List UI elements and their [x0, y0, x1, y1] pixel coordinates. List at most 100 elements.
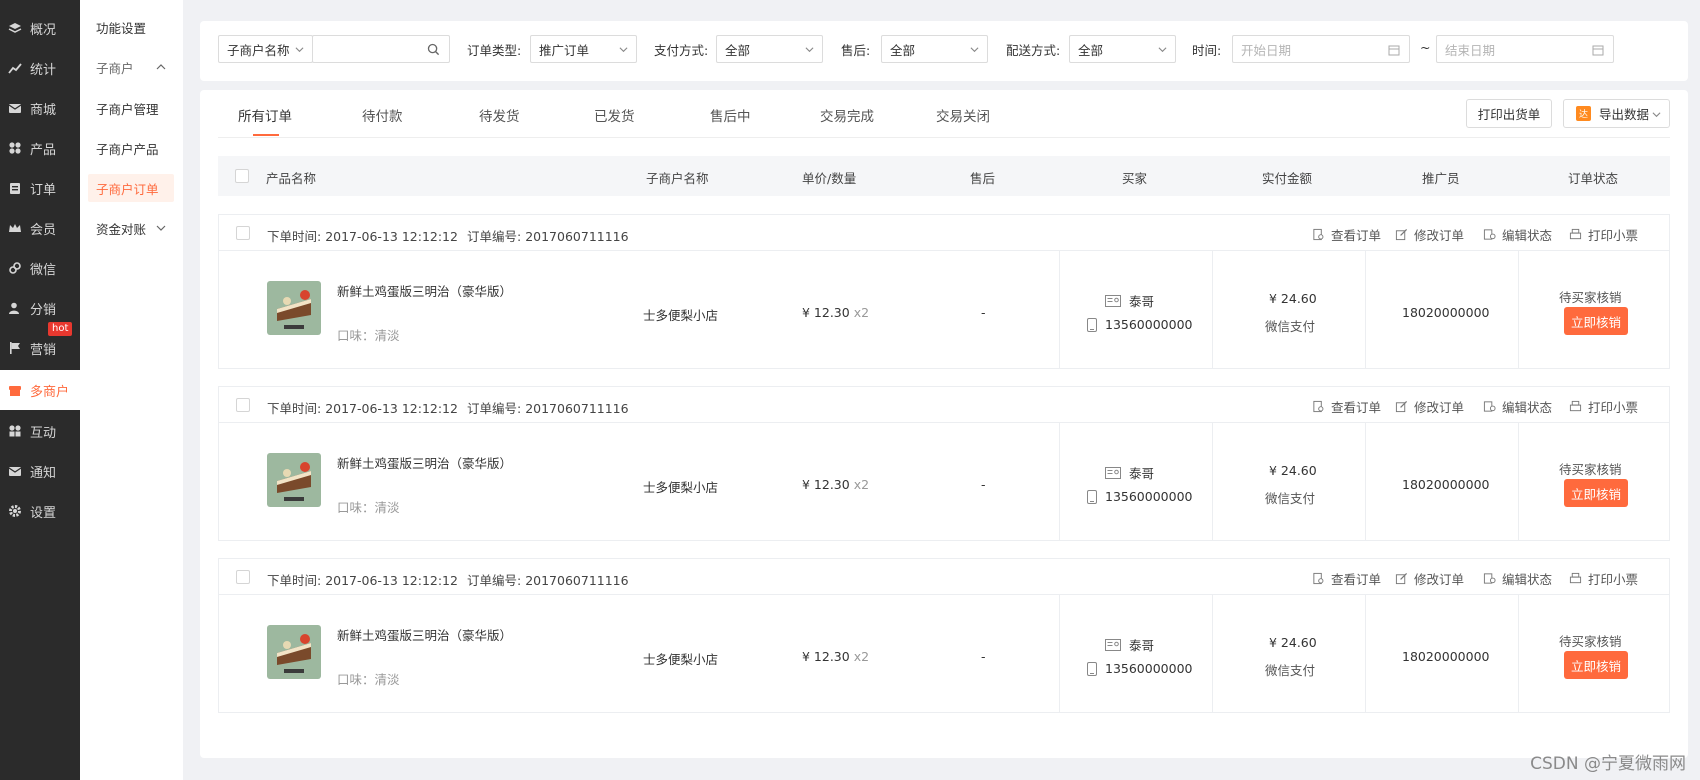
verify-now-button[interactable]: 立即核销 — [1564, 307, 1628, 335]
payment-label: 支付方式: — [654, 43, 709, 58]
chevron-down-icon — [1652, 112, 1661, 118]
nav-item-stats[interactable]: 统计 — [0, 48, 80, 88]
envelope-icon — [8, 464, 22, 478]
column-divider — [1059, 595, 1060, 712]
nav-item-mall[interactable]: 商城 — [0, 88, 80, 128]
nav-label: 产品 — [30, 142, 57, 158]
column-header: 售后 — [970, 171, 996, 186]
print-shipping-button[interactable]: 打印出货单 — [1466, 99, 1552, 128]
subnav-label: 子商户订单 — [96, 181, 159, 197]
product-name[interactable]: 新鲜土鸡蛋版三明治（豪华版） — [337, 281, 512, 300]
subnav-merchant-manage[interactable]: 子商户管理 — [88, 94, 174, 122]
verify-now-button[interactable]: 立即核销 — [1564, 651, 1628, 679]
tab-all-orders[interactable]: 所有订单 — [238, 105, 292, 125]
watermark: CSDN @宁夏微雨网 — [1530, 754, 1686, 774]
tab-shipped[interactable]: 已发货 — [594, 105, 635, 125]
edit-icon — [1395, 400, 1408, 413]
user-icon — [8, 301, 22, 315]
view-order-action[interactable]: 查看订单 — [1312, 225, 1381, 244]
subnav-function-settings[interactable]: 功能设置 — [88, 13, 174, 41]
tab-completed[interactable]: 交易完成 — [820, 105, 874, 125]
table-header: 产品名称 子商户名称 单价/数量 售后 买家 实付金额 推广员 订单状态 — [218, 156, 1670, 196]
quantity: x2 — [853, 477, 870, 492]
tab-pending-shipment[interactable]: 待发货 — [479, 105, 520, 125]
subnav-label: 功能设置 — [96, 20, 147, 36]
apps-icon — [8, 424, 22, 438]
order-time: 下单时间: 2017-06-13 12:12:12 — [267, 573, 458, 588]
document-search-icon — [1313, 228, 1324, 241]
verify-now-button[interactable]: 立即核销 — [1564, 479, 1628, 507]
nav-item-settings[interactable]: 设置 — [0, 491, 80, 531]
nav-label: 通知 — [30, 465, 57, 481]
payment-method: 微信支付 — [1265, 491, 1316, 506]
edit-order-action[interactable]: 修改订单 — [1395, 397, 1464, 416]
print-receipt-action[interactable]: 打印小票 — [1569, 397, 1638, 416]
payment-select[interactable]: 全部 — [716, 35, 823, 63]
order-time: 下单时间: 2017-06-13 12:12:12 — [267, 229, 458, 244]
nav-item-interaction[interactable]: 互动 — [0, 411, 80, 451]
delivery-label: 配送方式: — [1006, 43, 1061, 58]
clipboard-icon — [8, 181, 22, 195]
edit-status-action[interactable]: 编辑状态 — [1483, 569, 1552, 588]
subnav-label: 子商户 — [96, 60, 134, 76]
product-name[interactable]: 新鲜土鸡蛋版三明治（豪华版） — [337, 453, 512, 472]
order-checkbox[interactable] — [236, 398, 250, 412]
print-receipt-action[interactable]: 打印小票 — [1569, 225, 1638, 244]
start-date-input[interactable]: 开始日期 — [1232, 35, 1410, 63]
delivery-select[interactable]: 全部 — [1069, 35, 1176, 63]
edit-status-action[interactable]: 编辑状态 — [1483, 397, 1552, 416]
select-all-checkbox[interactable] — [235, 169, 249, 183]
edit-icon — [1395, 572, 1408, 585]
merchant-search-input[interactable] — [312, 35, 450, 63]
nav-item-overview[interactable]: 概况 — [0, 8, 80, 48]
status-edit-icon — [1483, 573, 1496, 584]
nav-item-products[interactable]: 产品 — [0, 128, 80, 168]
tab-pending-payment[interactable]: 待付款 — [362, 105, 403, 125]
select-value: 子商户名称 — [227, 42, 290, 58]
edit-order-action[interactable]: 修改订单 — [1395, 225, 1464, 244]
phone-icon — [1087, 489, 1097, 504]
end-date-input[interactable]: 结束日期 — [1436, 35, 1614, 63]
buyer-name: 泰哥 — [1105, 463, 1154, 482]
print-receipt-action[interactable]: 打印小票 — [1569, 569, 1638, 588]
tab-closed[interactable]: 交易关闭 — [936, 105, 990, 125]
search-icon[interactable] — [427, 43, 440, 56]
view-order-action[interactable]: 查看订单 — [1312, 397, 1381, 416]
export-data-button[interactable]: 达 导出数据 — [1563, 99, 1670, 128]
tab-aftersale[interactable]: 售后中 — [710, 105, 751, 125]
subnav-merchant-orders[interactable]: 子商户订单 — [88, 174, 174, 202]
nav-item-wechat[interactable]: 微信 — [0, 248, 80, 288]
button-label: 导出数据 — [1599, 107, 1650, 122]
aftersale-select[interactable]: 全部 — [881, 35, 988, 63]
subnav-settlement[interactable]: 资金对账 — [88, 214, 174, 242]
nav-item-orders[interactable]: 订单 — [0, 168, 80, 208]
nav-label: 营销 — [30, 342, 57, 358]
edit-order-action[interactable]: 修改订单 — [1395, 569, 1464, 588]
column-header: 单价/数量 — [802, 171, 857, 186]
nav-item-notify[interactable]: 通知 — [0, 451, 80, 491]
active-tab-indicator — [253, 134, 279, 136]
edit-status-action[interactable]: 编辑状态 — [1483, 225, 1552, 244]
order-type-select[interactable]: 推广订单 — [530, 35, 637, 63]
merchant-name: 士多便梨小店 — [643, 652, 719, 667]
order-card: 下单时间: 2017-06-13 12:12:12 订单编号: 20170607… — [218, 386, 1670, 541]
paid-amount: ¥ 24.60 — [1269, 463, 1317, 478]
nav-item-multi-merchant[interactable]: 多商户 — [0, 370, 80, 410]
product-spec: 口味：清淡 — [337, 500, 400, 515]
nav-item-members[interactable]: 会员 — [0, 208, 80, 248]
column-header: 订单状态 — [1568, 171, 1619, 186]
chevron-down-icon — [1158, 47, 1167, 53]
column-header: 买家 — [1122, 171, 1148, 186]
merchant-name-select[interactable]: 子商户名称 — [218, 35, 313, 63]
chevron-down-icon — [619, 47, 628, 53]
nav-item-marketing[interactable]: 营销 hot — [0, 322, 80, 368]
subnav-group-merchant[interactable]: 子商户 — [88, 53, 174, 81]
chevron-down-icon — [970, 47, 979, 53]
view-order-action[interactable]: 查看订单 — [1312, 569, 1381, 588]
column-divider — [1212, 423, 1213, 540]
paid-amount: ¥ 24.60 — [1269, 291, 1317, 306]
product-name[interactable]: 新鲜土鸡蛋版三明治（豪华版） — [337, 625, 512, 644]
order-checkbox[interactable] — [236, 570, 250, 584]
subnav-merchant-products[interactable]: 子商户产品 — [88, 134, 174, 162]
order-checkbox[interactable] — [236, 226, 250, 240]
